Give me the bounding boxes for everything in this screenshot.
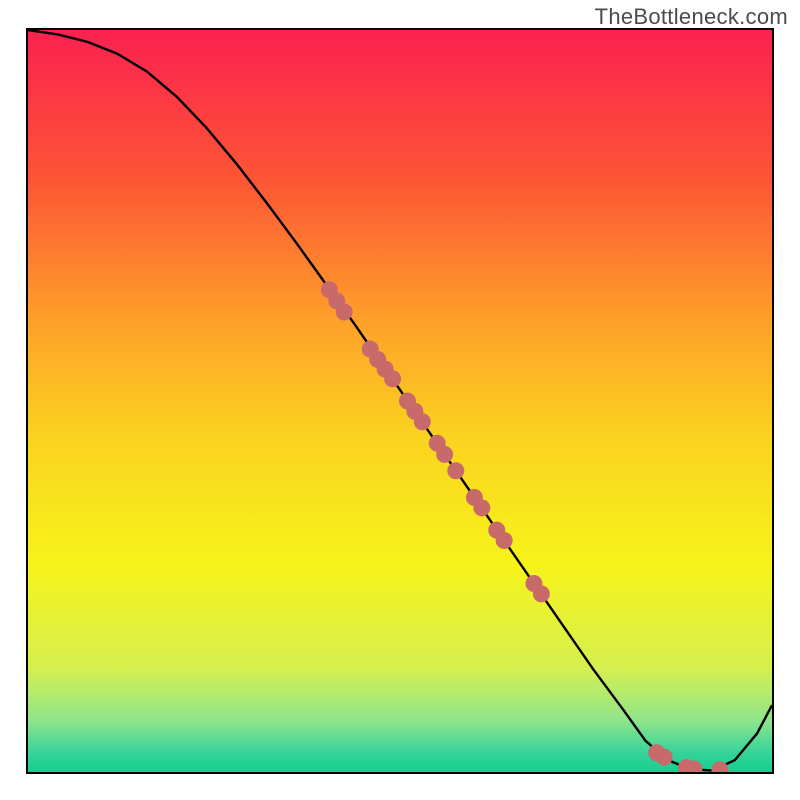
sample-marker xyxy=(436,446,453,463)
sample-marker xyxy=(711,761,728,772)
sample-marker xyxy=(384,370,401,387)
chart-root: TheBottleneck.com xyxy=(0,0,800,800)
sample-marker xyxy=(447,462,464,479)
watermark-text: TheBottleneck.com xyxy=(595,4,788,30)
curve-overlay xyxy=(28,30,772,772)
sample-marker xyxy=(473,499,490,516)
sample-marker xyxy=(656,749,673,766)
sample-marker xyxy=(336,303,353,320)
sample-markers xyxy=(321,281,729,772)
sample-marker xyxy=(533,585,550,602)
plot-area xyxy=(26,28,774,774)
sample-marker xyxy=(414,413,431,430)
sample-marker xyxy=(496,532,513,549)
